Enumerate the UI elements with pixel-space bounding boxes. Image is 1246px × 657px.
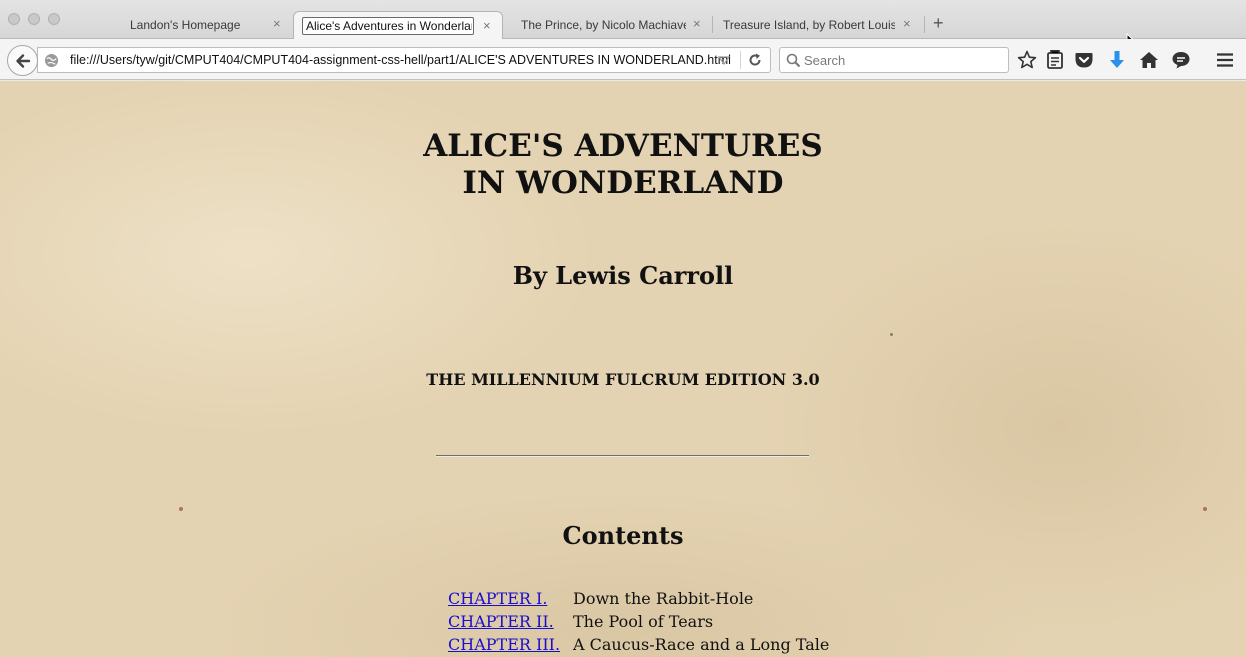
globe-icon — [44, 53, 59, 68]
search-input[interactable] — [804, 51, 1004, 69]
tab-close-icon[interactable]: × — [273, 16, 281, 31]
search-icon — [786, 53, 801, 68]
chapter-link[interactable]: CHAPTER III. — [448, 635, 560, 654]
chapter-name: The Pool of Tears — [573, 612, 714, 631]
url-text: file:///Users/tyw/git/CMPUT404/CMPUT404-… — [70, 53, 731, 67]
tab-landons-homepage[interactable]: Landon's Homepage × — [130, 10, 290, 39]
toc-row: CHAPTER I. Down the Rabbit-Hole — [448, 589, 848, 612]
tab-title: Landon's Homepage — [130, 18, 241, 32]
hamburger-menu-icon[interactable] — [1214, 49, 1236, 71]
book-title: ALICE'S ADVENTURES IN WONDERLAND — [0, 128, 1246, 202]
url-bar[interactable]: file:///Users/tyw/git/CMPUT404/CMPUT404-… — [37, 47, 771, 73]
book-title-line-2: IN WONDERLAND — [462, 165, 784, 201]
paper-speck — [1203, 507, 1207, 511]
tab-close-icon[interactable]: × — [483, 18, 491, 33]
chapter-name: Down the Rabbit-Hole — [573, 589, 754, 608]
paper-speck — [890, 333, 893, 336]
reading-list-icon[interactable] — [1044, 49, 1066, 71]
chapter-link[interactable]: CHAPTER II. — [448, 612, 554, 631]
new-tab-button[interactable]: + — [933, 14, 944, 32]
tab-strip: Landon's Homepage × Alice's Adventures i… — [0, 0, 1246, 51]
tab-alice-active[interactable]: Alice's Adventures in Wonderland, ... × — [293, 11, 503, 40]
tab-title: Treasure Island, by Robert Louis St... — [723, 18, 895, 32]
back-arrow-icon — [16, 54, 31, 68]
tab-close-icon[interactable]: × — [693, 16, 701, 31]
chat-icon[interactable] — [1170, 49, 1192, 71]
download-icon[interactable] — [1106, 49, 1128, 71]
author-heading: By Lewis Carroll — [512, 261, 734, 290]
toc-row: CHAPTER III. A Caucus-Race and a Long Ta… — [448, 635, 848, 657]
book-title-line-1: ALICE'S ADVENTURES — [423, 128, 823, 164]
window-zoom-button[interactable] — [48, 13, 60, 25]
tab-treasure-island[interactable]: Treasure Island, by Robert Louis St... × — [723, 10, 918, 39]
toc-row: CHAPTER II. The Pool of Tears — [448, 612, 848, 635]
tab-title: The Prince, by Nicolo Machiavelli — [521, 18, 686, 32]
nav-toolbar: file:///Users/tyw/git/CMPUT404/CMPUT404-… — [0, 39, 1246, 80]
search-bar[interactable] — [779, 47, 1009, 73]
home-icon[interactable] — [1138, 49, 1160, 71]
star-icon[interactable] — [1016, 49, 1038, 71]
tab-close-icon[interactable]: × — [903, 16, 911, 31]
dropdown-icon[interactable] — [718, 56, 730, 65]
tab-title: Alice's Adventures in Wonderland, ... — [306, 19, 472, 33]
page-content: ALICE'S ADVENTURES IN WONDERLAND By Lewi… — [0, 81, 1246, 657]
paper-speck — [179, 507, 183, 511]
edition-heading: THE MILLENNIUM FULCRUM EDITION 3.0 — [426, 370, 820, 389]
url-divider — [740, 51, 741, 69]
reload-icon[interactable] — [747, 52, 763, 68]
tab-title-box: Alice's Adventures in Wonderland, ... — [302, 17, 474, 35]
pocket-icon[interactable] — [1073, 49, 1095, 71]
tab-separator — [924, 16, 925, 33]
window-close-button[interactable] — [8, 13, 20, 25]
window-minimize-button[interactable] — [28, 13, 40, 25]
contents-heading: Contents — [562, 521, 684, 550]
horizontal-rule — [436, 455, 809, 457]
tab-the-prince[interactable]: The Prince, by Nicolo Machiavelli × — [521, 10, 706, 39]
tab-separator — [712, 16, 713, 33]
table-of-contents: CHAPTER I. Down the Rabbit-Hole CHAPTER … — [448, 589, 848, 657]
chapter-name: A Caucus-Race and a Long Tale — [573, 635, 830, 654]
back-button[interactable] — [7, 45, 38, 76]
chapter-link[interactable]: CHAPTER I. — [448, 589, 547, 608]
